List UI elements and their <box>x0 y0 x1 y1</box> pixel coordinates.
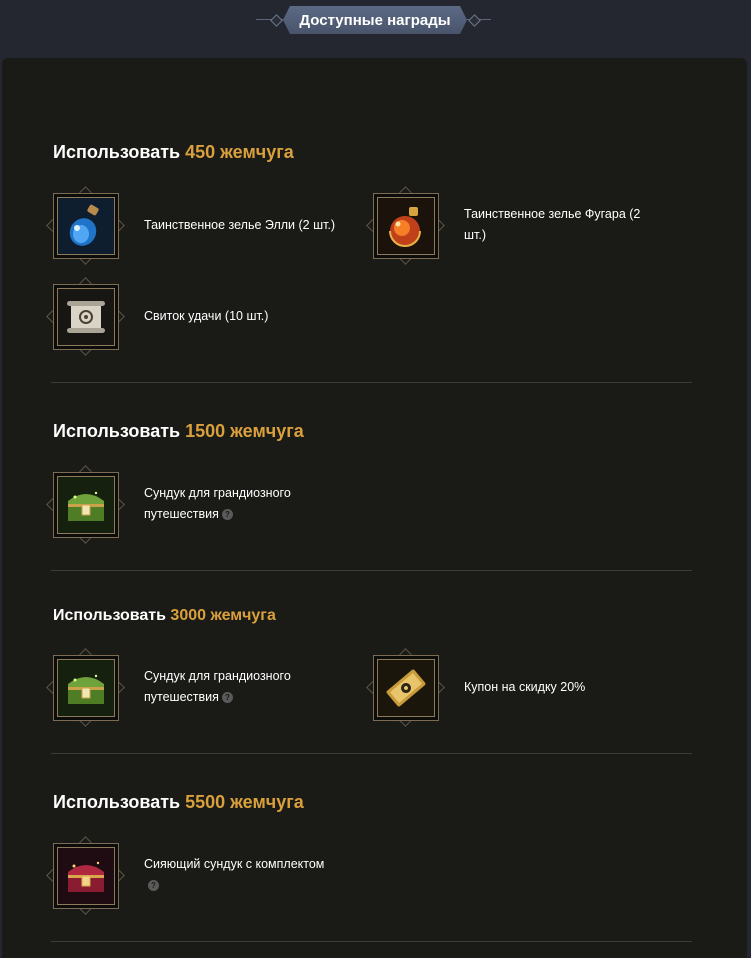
reward-icon-frame[interactable] <box>366 186 445 265</box>
reward-icon-frame[interactable] <box>46 186 125 265</box>
section-divider <box>51 753 692 754</box>
tier-title: Использовать 5500 жемчуга <box>53 792 304 813</box>
scroll-icon <box>57 288 115 346</box>
section-divider <box>51 382 692 383</box>
section-divider <box>51 570 692 571</box>
blue-potion-icon <box>57 197 115 255</box>
tier-prefix: Использовать <box>53 607 166 624</box>
header-ornament-left <box>270 14 283 27</box>
red-potion-icon <box>377 197 435 255</box>
page-title: Доступные награды <box>283 6 467 34</box>
tier-amount: 3000 жемчуга <box>170 607 276 624</box>
reward-label: Таинственное зелье Фугара (2 шт.) <box>464 207 641 242</box>
reward-label: Таинственное зелье Элли (2 шт.) <box>144 218 336 232</box>
reward-label: Сундук для грандиозного путешествия? <box>144 666 324 708</box>
tier-title: Использовать 1500 жемчуга <box>53 421 304 442</box>
tier-title: Использовать 450 жемчуга <box>53 142 294 163</box>
reward-icon-frame[interactable] <box>46 648 125 727</box>
help-icon[interactable]: ? <box>148 880 159 891</box>
green-chest-icon <box>57 659 115 717</box>
reward-icon-frame[interactable] <box>46 465 125 544</box>
coupon-icon <box>377 659 435 717</box>
reward-label: Сундук для грандиозного путешествия? <box>144 483 324 525</box>
reward-label-text: Сияющий сундук с комплектом <box>144 857 325 871</box>
reward-label-text: Сундук для грандиозного путешествия <box>144 486 291 521</box>
reward-label-text: Сундук для грандиозного путешествия <box>144 669 291 704</box>
reward-label: Купон на скидку 20% <box>464 680 586 694</box>
red-chest-icon <box>57 847 115 905</box>
reward-icon-frame[interactable] <box>46 836 125 915</box>
tier-amount: 5500 жемчуга <box>185 792 304 812</box>
reward-icon-frame[interactable] <box>46 277 125 356</box>
page-header: Доступные награды <box>0 0 751 60</box>
reward-label: Сияющий сундук с комплектом? <box>144 854 364 896</box>
section-divider <box>51 941 692 942</box>
help-icon[interactable]: ? <box>221 509 233 520</box>
tier-prefix: Использовать <box>53 792 181 812</box>
green-chest-icon <box>57 476 115 534</box>
tier-amount: 1500 жемчуга <box>185 421 304 441</box>
reward-icon-frame[interactable] <box>366 648 445 727</box>
reward-label: Свиток удачи (10 шт.) <box>144 309 269 323</box>
tier-prefix: Использовать <box>53 142 181 162</box>
header-ornament-right <box>468 14 481 27</box>
help-icon[interactable]: ? <box>221 692 233 703</box>
tier-amount: 450 жемчуга <box>185 142 294 162</box>
tier-prefix: Использовать <box>53 421 181 441</box>
tier-title: Использовать 3000 жемчуга <box>53 607 276 625</box>
